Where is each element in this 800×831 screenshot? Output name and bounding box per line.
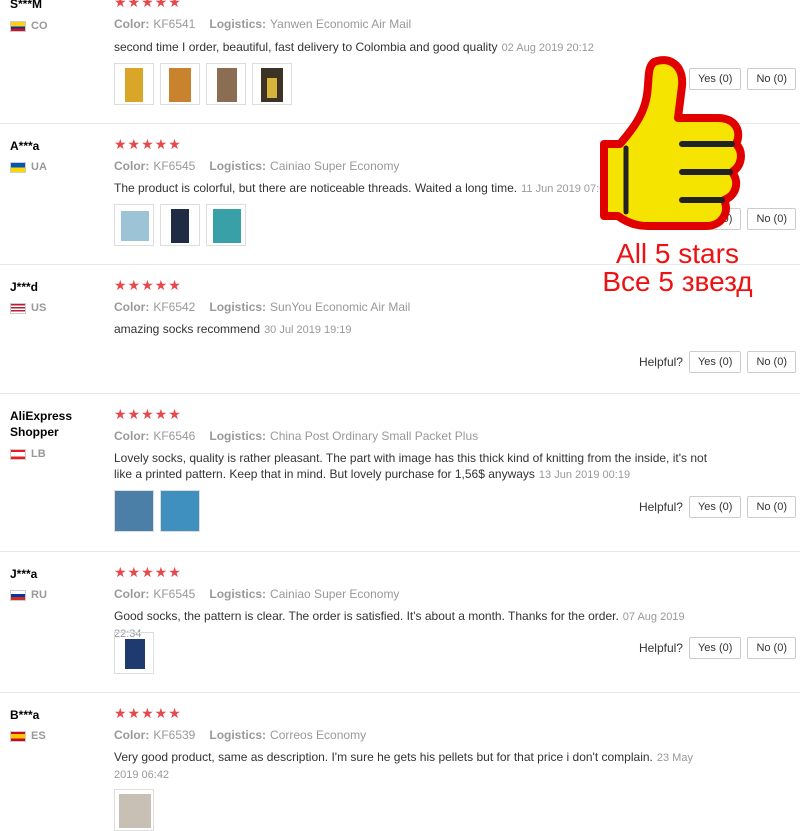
review-text: Good socks, the pattern is clear. The or… <box>114 609 685 640</box>
star-rating: ★★★★★ <box>114 136 182 152</box>
color-value: KF6539 <box>153 728 196 742</box>
helpful-no-button[interactable]: No (0) <box>747 208 796 230</box>
review-photos <box>114 632 154 674</box>
color-value: KF6545 <box>153 587 196 601</box>
review-date: 30 Jul 2019 19:19 <box>264 324 352 336</box>
overlay-line-russian: Все 5 звезд <box>602 266 753 297</box>
overlay-line-english: All 5 stars <box>616 238 739 269</box>
helpful-yes-button[interactable]: Yes (0) <box>688 496 742 518</box>
review-photos <box>114 204 246 246</box>
reviewer-name: J***d <box>10 280 39 294</box>
color-value: KF6545 <box>153 159 196 173</box>
helpful-label: Helpful? <box>638 500 683 514</box>
reviewer-country: RU <box>10 589 47 601</box>
review-photo[interactable] <box>114 789 154 831</box>
flag-us-icon <box>10 302 26 314</box>
star-rating: ★★★★★ <box>114 564 182 580</box>
reviewer-country: UA <box>10 161 47 173</box>
review-item: B***a ES ★★★★★ Color: KF6539 Logistics: Cor… <box>0 693 800 831</box>
logistics-value: Cainiao Super Economy <box>270 159 400 173</box>
review-text: Very good product, same as description. … <box>114 750 693 781</box>
reviewer-country: LB <box>10 448 46 460</box>
review-meta: Color: KF6541 Logistics: Yanwen Economic Ai… <box>114 17 412 31</box>
thumbs-up-icon <box>600 56 745 230</box>
reviewer-name: A***a <box>10 139 40 153</box>
review-photo[interactable] <box>160 204 200 246</box>
flag-co-icon <box>10 20 26 32</box>
review-date: 13 Jun 2019 00:19 <box>538 469 631 481</box>
helpful-controls: Helpful? Yes (0) No (0) <box>639 351 796 373</box>
review-meta: Color: KF6545 Logistics: Cainiao Super Econ… <box>114 587 400 601</box>
color-value: KF6546 <box>153 429 196 443</box>
flag-ru-icon <box>10 589 26 601</box>
flag-ua-icon <box>10 161 26 173</box>
helpful-no-button[interactable]: No (0) <box>747 68 796 90</box>
review-meta: Color: KF6546 Logistics: China Post Ordinar… <box>114 429 479 443</box>
reviewer-name: AliExpress Shopper <box>10 409 73 439</box>
review-meta: Color: KF6542 Logistics: SunYou Economic Ai… <box>114 300 411 314</box>
review-photo[interactable] <box>114 204 154 246</box>
logistics-value: China Post Ordinary Small Packet Plus <box>270 429 479 443</box>
review-photo[interactable] <box>114 63 154 105</box>
reviewer-country: ES <box>10 730 46 742</box>
reviewer-country: US <box>10 302 46 314</box>
helpful-controls: Helpful? Yes (0) No (0) <box>639 637 796 659</box>
star-rating: ★★★★★ <box>114 705 182 721</box>
helpful-label: Helpful? <box>638 355 683 369</box>
review-photo[interactable] <box>206 204 246 246</box>
review-item: AliExpress Shopper LB ★★★★★ Color: KF6546… <box>0 394 800 552</box>
review-meta: Color: KF6545 Logistics: Cainiao Super Econ… <box>114 159 400 173</box>
star-rating: ★★★★★ <box>114 277 182 293</box>
logistics-value: SunYou Economic Air Mail <box>270 300 411 314</box>
reviewer-name: J***a <box>10 567 38 581</box>
review-photo[interactable] <box>114 632 154 674</box>
helpful-no-button[interactable]: No (0) <box>747 351 796 373</box>
review-photo[interactable] <box>114 490 154 532</box>
review-meta: Color: KF6539 Logistics: Correos Economy <box>114 728 367 742</box>
color-value: KF6542 <box>153 300 196 314</box>
logistics-value: Correos Economy <box>270 728 367 742</box>
promo-overlay-text: All 5 stars Все 5 звезд <box>570 240 785 296</box>
color-value: KF6541 <box>153 17 196 31</box>
reviewer-name: S***M <box>10 0 43 11</box>
helpful-controls: Helpful? Yes (0) No (0) <box>639 496 796 518</box>
review-photos <box>114 490 200 532</box>
helpful-no-button[interactable]: No (0) <box>747 496 796 518</box>
helpful-no-button[interactable]: No (0) <box>747 637 796 659</box>
star-rating: ★★★★★ <box>114 0 182 10</box>
logistics-value: Yanwen Economic Air Mail <box>270 17 412 31</box>
helpful-yes-button[interactable]: Yes (0) <box>688 351 742 373</box>
logistics-value: Cainiao Super Economy <box>270 587 400 601</box>
review-photos <box>114 63 292 105</box>
flag-es-icon <box>10 730 26 742</box>
flag-lb-icon <box>10 448 26 460</box>
review-item: J***a RU ★★★★★ Color: KF6545 Logistics: Cai… <box>0 552 800 693</box>
reviewer-name: B***a <box>10 708 40 722</box>
review-photo[interactable] <box>160 490 200 532</box>
star-rating: ★★★★★ <box>114 406 182 422</box>
helpful-label: Helpful? <box>638 641 683 655</box>
review-text: amazing socks recommend 30 Jul 2019 19:19 <box>114 322 352 336</box>
review-photo[interactable] <box>252 63 292 105</box>
review-photo[interactable] <box>206 63 246 105</box>
review-photos <box>114 789 154 831</box>
helpful-yes-button[interactable]: Yes (0) <box>688 637 742 659</box>
review-date: 02 Aug 2019 20:12 <box>501 42 594 54</box>
review-photo[interactable] <box>160 63 200 105</box>
review-text: Lovely socks, quality is rather pleasant… <box>114 451 708 481</box>
reviewer-country: CO <box>10 20 48 32</box>
